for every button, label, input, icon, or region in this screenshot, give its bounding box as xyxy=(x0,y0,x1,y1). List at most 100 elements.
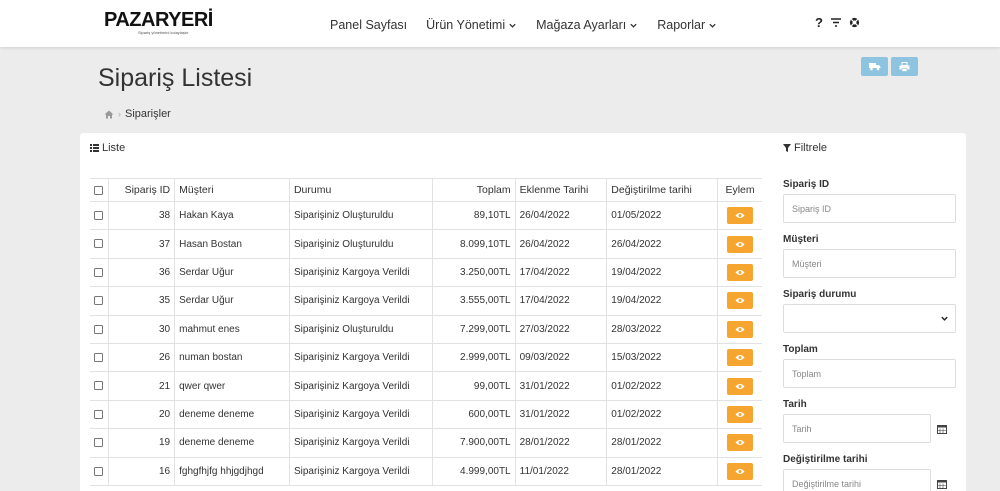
view-order-button[interactable] xyxy=(727,349,754,367)
filter-panel-title: Filtrele xyxy=(794,142,828,154)
column-header-status[interactable]: Durumu xyxy=(289,178,434,202)
breadcrumb: › Siparişler xyxy=(104,108,171,120)
home-icon[interactable] xyxy=(104,110,114,119)
row-checkbox[interactable] xyxy=(94,409,104,419)
view-order-button[interactable] xyxy=(727,207,754,225)
action-cell xyxy=(717,399,762,430)
row-checkbox[interactable] xyxy=(94,381,104,391)
total-cell: 7.900,00TL xyxy=(432,428,516,458)
customer-cell: qwer qwer xyxy=(174,371,290,401)
chevron-down-icon xyxy=(630,23,637,28)
calendar-icon[interactable] xyxy=(937,479,947,489)
filter-label-order-id: Sipariş ID xyxy=(783,179,830,190)
eye-icon xyxy=(735,241,745,247)
column-header-added[interactable]: Eklenme Tarihi xyxy=(515,178,608,202)
calendar-icon[interactable] xyxy=(937,424,947,434)
row-checkbox[interactable] xyxy=(94,239,104,249)
select-all-cell xyxy=(90,178,109,202)
status-cell: Siparişiniz Oluşturuldu xyxy=(289,200,434,231)
column-header-modified[interactable]: Değiştirilme tarihi xyxy=(606,178,719,202)
order-id-input[interactable] xyxy=(783,194,956,223)
table-row: 26 numan bostan Siparişiniz Kargoya Verild… xyxy=(90,342,762,373)
row-checkbox-cell xyxy=(90,456,109,486)
status-cell: Siparişiniz Kargoya Verildi xyxy=(289,371,434,401)
table-row: 16 fghgfhjfg hhjgdjhgd Siparişiniz Kargoya… xyxy=(90,456,762,486)
order-id-cell: 35 xyxy=(108,286,176,316)
print-icon xyxy=(899,61,910,72)
print-button[interactable] xyxy=(891,57,918,76)
table-row: 21 qwer qwer Siparişiniz Kargoya Verildi 99… xyxy=(90,371,762,401)
row-checkbox[interactable] xyxy=(94,353,104,362)
customer-cell: deneme deneme xyxy=(174,428,290,458)
action-cell xyxy=(717,286,762,316)
row-checkbox-cell xyxy=(90,314,109,344)
modified-date-cell: 01/02/2022 xyxy=(606,399,719,430)
view-order-button[interactable] xyxy=(727,292,754,310)
view-order-button[interactable] xyxy=(727,405,754,423)
total-input[interactable] xyxy=(783,359,956,388)
added-date-cell: 26/04/2022 xyxy=(515,200,608,231)
shipping-button[interactable] xyxy=(861,57,888,76)
row-checkbox[interactable] xyxy=(94,438,104,448)
logo[interactable]: PAZARYERİ Sipariş yönetimini kolaylaştır xyxy=(104,10,213,35)
select-all-checkbox[interactable] xyxy=(94,185,104,195)
modified-date-cell: 01/02/2022 xyxy=(606,371,719,401)
logo-text: PAZARYERİ xyxy=(104,9,213,31)
view-order-button[interactable] xyxy=(727,377,754,395)
action-cell xyxy=(717,229,762,259)
column-header-id[interactable]: Sipariş ID xyxy=(108,178,176,202)
page-title: Sipariş Listesi xyxy=(98,64,253,92)
total-cell: 89,10TL xyxy=(432,200,516,231)
row-checkbox[interactable] xyxy=(94,211,104,221)
row-checkbox[interactable] xyxy=(94,267,104,277)
view-order-button[interactable] xyxy=(727,235,754,253)
nav-item-product-management[interactable]: Ürün Yönetimi xyxy=(426,18,517,32)
list-icon xyxy=(90,144,99,152)
lifebuoy-icon[interactable] xyxy=(849,17,860,28)
row-checkbox-cell xyxy=(90,200,109,231)
top-navbar: PAZARYERİ Sipariş yönetimini kolaylaştır… xyxy=(0,0,1000,47)
modified-date-cell: 19/04/2022 xyxy=(606,286,719,316)
order-id-cell: 19 xyxy=(108,428,176,458)
view-order-button[interactable] xyxy=(727,462,754,480)
filter-panel-heading: Filtrele xyxy=(783,142,827,154)
column-header-action: Eylem xyxy=(717,178,762,202)
nav-item-store-settings[interactable]: Mağaza Ayarları xyxy=(536,18,638,32)
view-order-button[interactable] xyxy=(727,434,754,452)
modified-date-cell: 15/03/2022 xyxy=(606,342,719,373)
breadcrumb-separator: › xyxy=(118,109,121,119)
modified-date-input[interactable] xyxy=(783,469,931,491)
status-select[interactable] xyxy=(783,304,956,333)
modified-date-cell: 01/05/2022 xyxy=(606,200,719,231)
added-date-cell: 27/03/2022 xyxy=(515,314,608,344)
funnel-icon xyxy=(783,144,791,152)
action-cell xyxy=(717,200,762,231)
table-row: 37 Hasan Bostan Siparişiniz Oluşturuldu 8.0… xyxy=(90,229,762,259)
orders-table: Sipariş ID Müşteri Durumu Toplam Eklenme… xyxy=(90,178,762,486)
table-header-row: Sipariş ID Müşteri Durumu Toplam Eklenme… xyxy=(90,178,762,202)
added-date-cell: 28/01/2022 xyxy=(515,428,608,458)
row-checkbox[interactable] xyxy=(94,296,104,306)
customer-input[interactable] xyxy=(783,249,956,278)
nav-item-reports[interactable]: Raporlar xyxy=(657,18,717,32)
help-icon[interactable]: ? xyxy=(815,15,823,30)
table-row: 38 Hakan Kaya Siparişiniz Oluşturuldu 89,10… xyxy=(90,200,762,231)
order-id-cell: 20 xyxy=(108,399,176,430)
column-header-total[interactable]: Toplam xyxy=(432,178,516,202)
chevron-down-icon xyxy=(709,23,716,28)
row-checkbox-cell xyxy=(90,286,109,316)
filter-label-total: Toplam xyxy=(783,344,818,355)
view-order-button[interactable] xyxy=(727,320,754,338)
date-input[interactable] xyxy=(783,414,931,443)
column-header-customer[interactable]: Müşteri xyxy=(174,178,290,202)
row-checkbox[interactable] xyxy=(94,324,104,334)
action-cell xyxy=(717,371,762,401)
filter-icon[interactable] xyxy=(830,17,842,28)
eye-icon xyxy=(735,411,745,417)
row-checkbox-cell xyxy=(90,229,109,259)
nav-label: Panel Sayfası xyxy=(330,18,408,32)
order-id-cell: 37 xyxy=(108,229,176,259)
nav-item-dashboard[interactable]: Panel Sayfası xyxy=(330,18,407,32)
row-checkbox[interactable] xyxy=(94,466,104,476)
view-order-button[interactable] xyxy=(727,263,754,281)
